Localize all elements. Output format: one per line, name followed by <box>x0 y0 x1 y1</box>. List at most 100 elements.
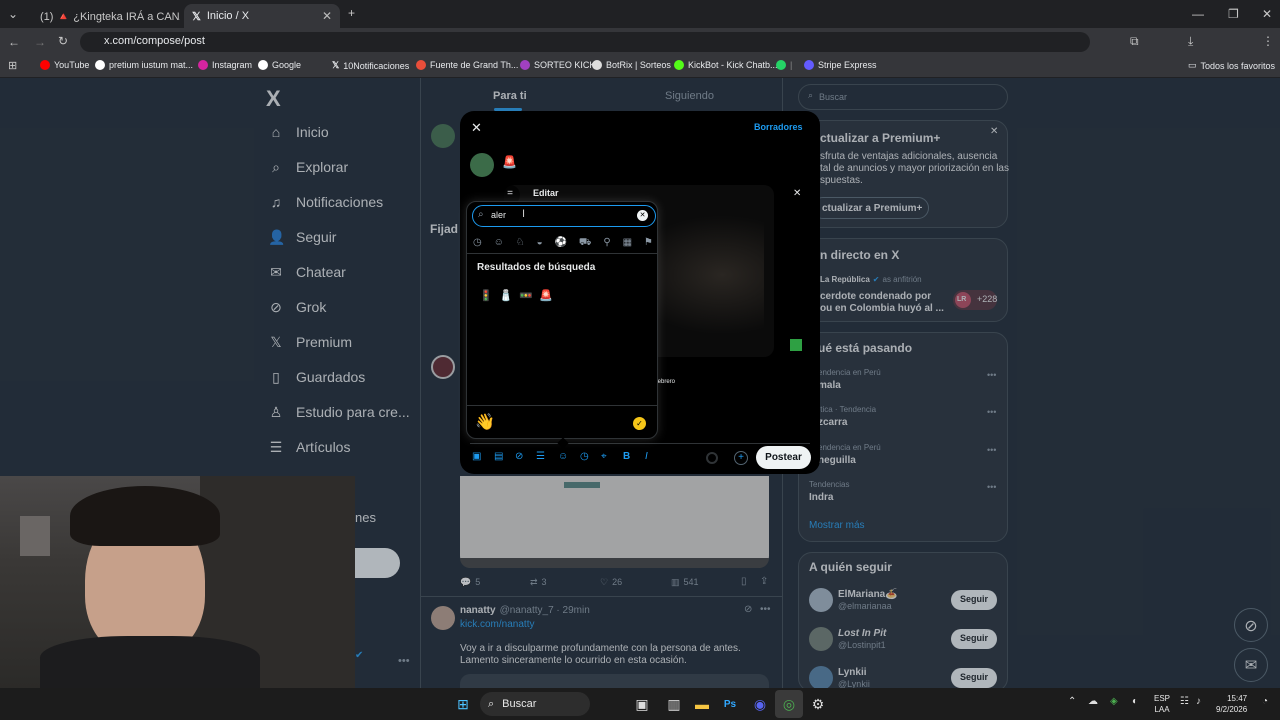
clock[interactable]: 15:47 9/2/2026 <box>1216 693 1247 715</box>
bookmark-fuente[interactable]: Fuente de Grand Th... <box>416 60 518 70</box>
google-icon <box>258 60 268 70</box>
objects-icon[interactable]: ⚲ <box>603 237 610 250</box>
bold-icon[interactable]: B <box>623 451 630 462</box>
emoji-result[interactable]: 🚨 <box>539 289 553 302</box>
bookmark-label: pretium iustum mat... <box>109 60 194 70</box>
url-field[interactable]: x.com/compose/post <box>80 32 1090 52</box>
grok-icon[interactable]: ⊘ <box>515 451 523 462</box>
chrome-icon[interactable]: ◎ <box>775 690 803 718</box>
bookmark-instagram[interactable]: Instagram <box>198 60 252 70</box>
reload-icon[interactable]: ↻ <box>58 34 68 48</box>
flag-icon[interactable]: ⚑ <box>644 237 653 250</box>
bookmark-all-favorites[interactable]: ▭ Todos los favoritos <box>1188 60 1275 71</box>
activity-icon[interactable]: ⚽ <box>555 237 567 250</box>
smiley-icon[interactable]: ☺ <box>494 237 504 250</box>
notification-icon[interactable]: ◔ <box>1262 696 1268 707</box>
google-icon <box>95 60 105 70</box>
discord-icon[interactable]: ◉ <box>746 690 774 718</box>
bookmark-10notificaciones[interactable]: 𝕏 10Notificaciones <box>332 60 409 71</box>
remove-media-icon[interactable]: ✕ <box>793 188 801 199</box>
bookmark-label: SORTEO KICK <box>534 60 596 70</box>
bookmark-botrix[interactable]: BotRix | Sorteos <box>592 60 671 70</box>
volume-icon[interactable]: ♪ <box>1196 696 1201 707</box>
edit-button[interactable]: Editar <box>533 188 559 198</box>
new-tab-icon[interactable]: + <box>348 6 355 20</box>
tray-icon[interactable]: ☁ <box>1088 696 1098 707</box>
symbols-icon[interactable]: ▦ <box>623 237 632 250</box>
bookmark-label: Todos los favoritos <box>1200 60 1276 71</box>
forward-icon[interactable]: → <box>34 35 46 49</box>
bookmark-whatsapp[interactable]: | <box>776 60 792 70</box>
bookmark-label: YouTube <box>54 60 90 70</box>
char-count-ring <box>706 452 718 464</box>
emoji-result[interactable]: 🧂 <box>499 289 513 302</box>
poll-icon[interactable]: ☰ <box>536 451 545 462</box>
italic-icon[interactable]: I <box>645 451 648 462</box>
skin-tone-check-icon[interactable]: ✓ <box>633 417 646 430</box>
wifi-icon[interactable]: ☷ <box>1180 696 1189 707</box>
bookmark-kickbot[interactable]: KickBot - Kick Chatb... <box>674 60 778 70</box>
whatsapp-icon <box>776 60 786 70</box>
taskbar-search[interactable]: ⌕ Buscar <box>480 692 590 716</box>
folder-icon: ▭ <box>1188 60 1197 70</box>
close-icon[interactable]: ✕ <box>322 9 332 23</box>
emoji-result[interactable]: 🚥 <box>519 289 533 302</box>
emoji-result[interactable]: 🚦 <box>479 289 493 302</box>
extensions-icon[interactable]: ⧉ <box>1130 34 1139 49</box>
file-explorer-icon[interactable]: ▬ <box>688 690 716 718</box>
bookmark-youtube[interactable]: YouTube <box>40 60 89 70</box>
x-logo-icon: 𝕏 <box>192 10 201 23</box>
location-icon[interactable]: ⌖ <box>601 451 607 462</box>
gif-icon[interactable]: ▤ <box>494 451 503 462</box>
back-icon[interactable]: ← <box>8 35 20 49</box>
x-logo-icon: 𝕏 <box>332 60 340 70</box>
minimize-icon[interactable]: — <box>1192 7 1204 21</box>
schedule-icon[interactable]: ◷ <box>580 451 589 462</box>
download-icon[interactable]: ⤓ <box>1188 34 1193 49</box>
close-icon[interactable]: ✕ <box>471 120 482 136</box>
tab-inicio-x[interactable]: 𝕏 Inicio / X ✕ <box>184 4 340 28</box>
animal-icon[interactable]: ♘ <box>516 237 525 250</box>
app-icon[interactable]: ⚙ <box>804 690 832 718</box>
tab-kingteka[interactable]: (1) 🔺 ¿Kingteka IRÁ a CANAT ✕ <box>26 4 180 28</box>
divider <box>467 253 657 254</box>
skin-tone-wave-emoji[interactable]: 👋 <box>475 412 495 432</box>
tab-search-icon[interactable]: ⌄ <box>8 7 18 21</box>
recent-icon[interactable]: ◷ <box>473 237 482 250</box>
kickbot-icon <box>674 60 684 70</box>
search-icon: ⌕ <box>478 209 484 220</box>
menu-icon[interactable]: ⋮ <box>1262 34 1274 48</box>
bookmark-sorteo-kick[interactable]: SORTEO KICK <box>520 60 595 70</box>
maximize-icon[interactable]: ❐ <box>1228 7 1239 21</box>
travel-icon[interactable]: ⛟ <box>579 237 592 250</box>
taskbar-search-label: Buscar <box>502 698 537 710</box>
food-icon[interactable]: ◒ <box>537 237 543 250</box>
alert-emoji: 🚨 <box>502 155 517 169</box>
tray-icon[interactable]: ◐ <box>1132 696 1138 707</box>
close-window-icon[interactable]: ✕ <box>1262 7 1272 21</box>
bookmark-stripe[interactable]: Stripe Express <box>804 60 877 70</box>
bookmark-pretium[interactable]: pretium iustum mat... <box>95 60 193 70</box>
drafts-button[interactable]: Borradores <box>754 122 803 132</box>
bookmark-label: Instagram <box>212 60 253 70</box>
tray-chevron-icon[interactable]: ⌃ <box>1068 696 1076 707</box>
clear-search-icon[interactable]: ✕ <box>637 210 648 221</box>
results-title: Resultados de búsqueda <box>477 262 596 273</box>
add-post-icon[interactable]: + <box>734 451 748 465</box>
start-icon[interactable]: ⊞ <box>449 690 477 718</box>
emoji-search-input[interactable]: aler <box>472 205 656 227</box>
tray-icon[interactable]: ◈ <box>1110 696 1118 707</box>
image-icon[interactable]: ▣ <box>472 451 481 462</box>
bookmark-google[interactable]: Google <box>258 60 301 70</box>
wall-fixture <box>20 516 50 556</box>
post-button[interactable]: Postear <box>756 446 811 469</box>
task-view-icon[interactable]: ▣ <box>628 690 656 718</box>
photoshop-icon[interactable]: Ps <box>716 690 744 718</box>
emoji-icon[interactable]: ☺ <box>558 451 568 462</box>
apps-icon[interactable]: ⊞ <box>8 59 17 72</box>
lang-1: ESP <box>1154 694 1171 703</box>
language-indicator[interactable]: ESP LAA <box>1154 693 1170 715</box>
divider <box>470 443 810 444</box>
app-icon[interactable]: ▥ <box>660 690 688 718</box>
time: 15:47 <box>1227 694 1248 703</box>
